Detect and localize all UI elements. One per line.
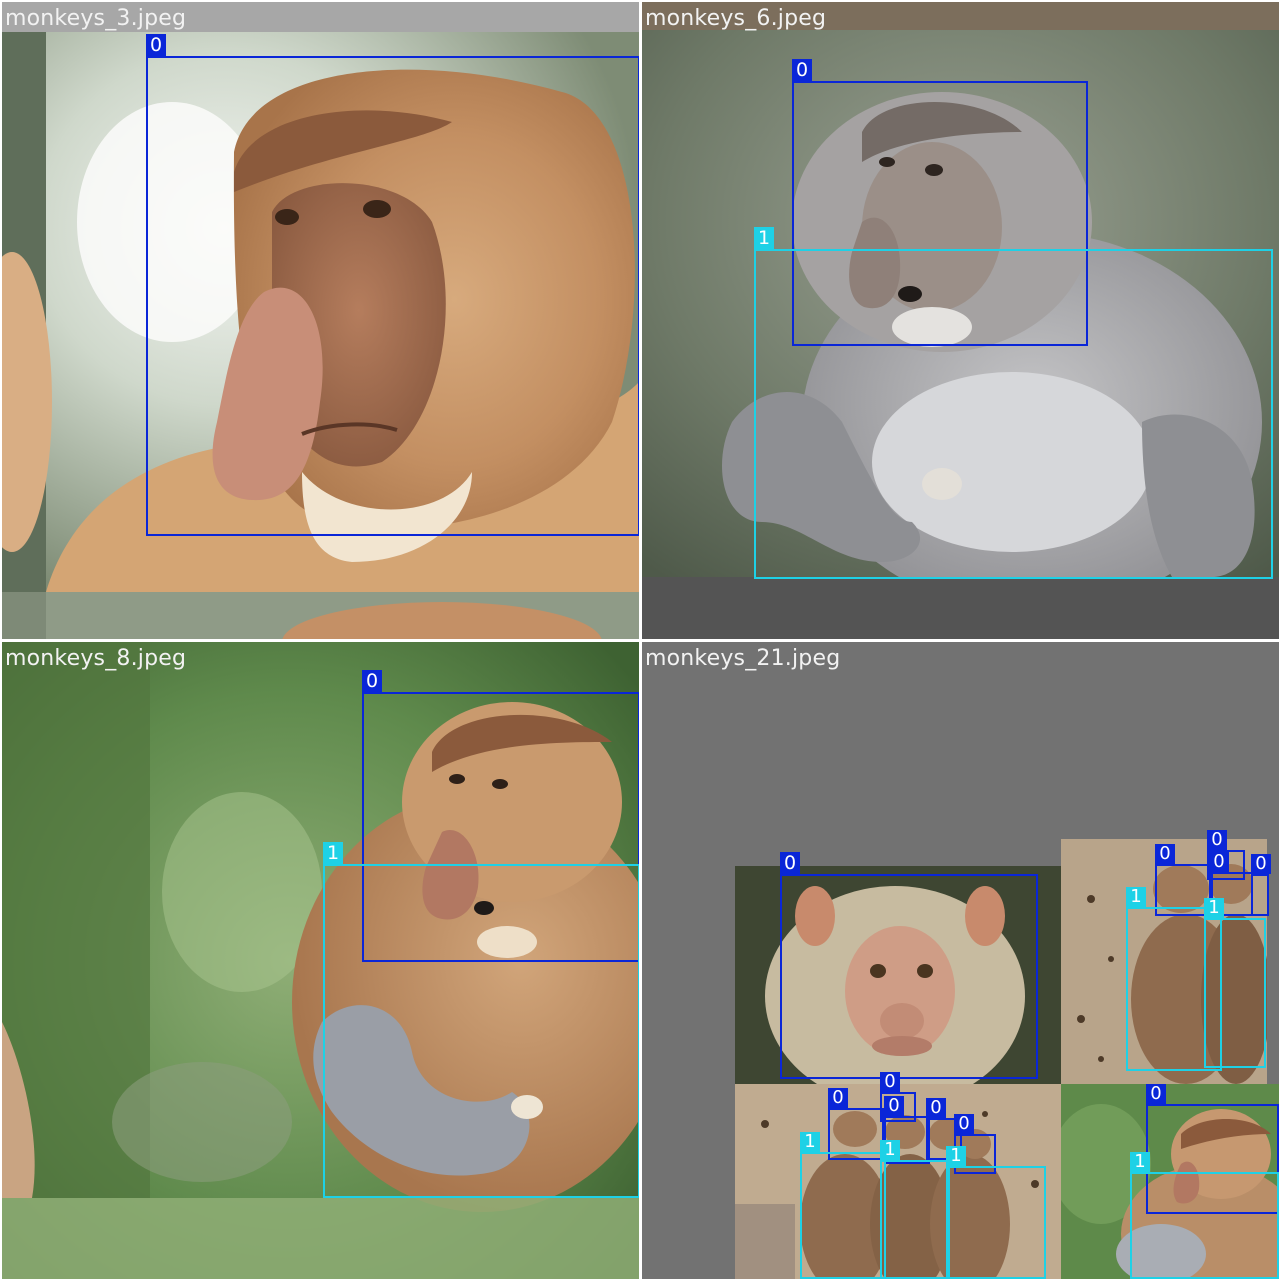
detection-box-class-0: 0 [1251, 854, 1271, 916]
mosaic-tile-4: monkeys_21.jpeg 0 0 0 0 0 1 1 0 0 0 0 0 … [642, 642, 1279, 1279]
class-label: 0 [1251, 854, 1271, 874]
mosaic-grid: monkeys_3.jpeg 0 monkeys_6.jpeg 0 1 monk… [0, 0, 1280, 1280]
class-label: 0 [362, 670, 382, 692]
class-label: 0 [828, 1088, 848, 1108]
class-label: 0 [780, 852, 800, 874]
class-label: 0 [884, 1096, 904, 1116]
class-label: 0 [880, 1072, 900, 1092]
class-label: 1 [880, 1140, 900, 1160]
class-label: 1 [1126, 887, 1146, 907]
class-label: 0 [146, 34, 166, 56]
tile-filename: monkeys_3.jpeg [5, 6, 187, 31]
tile-filename: monkeys_6.jpeg [645, 6, 827, 31]
class-label: 0 [926, 1098, 946, 1118]
class-label: 1 [754, 227, 774, 249]
class-label: 1 [323, 842, 343, 864]
class-label: 1 [1204, 898, 1224, 918]
detection-box-class-1: 1 [1130, 1152, 1279, 1279]
class-label: 0 [1209, 852, 1229, 872]
class-label: 1 [1130, 1152, 1150, 1172]
class-label: 0 [1207, 830, 1227, 850]
tile-filename: monkeys_21.jpeg [645, 646, 841, 671]
class-label: 1 [800, 1132, 820, 1152]
detection-box-class-1: 1 [754, 227, 1273, 579]
detection-box-class-0: 0 [780, 852, 1038, 1079]
tile-filename: monkeys_8.jpeg [5, 646, 187, 671]
detection-box-class-1: 1 [880, 1140, 950, 1279]
class-label: 0 [1155, 844, 1175, 864]
detection-box-class-1: 1 [323, 842, 639, 1198]
mosaic-tile-2: monkeys_6.jpeg 0 1 [642, 2, 1279, 639]
class-label: 1 [946, 1146, 966, 1166]
detection-box-class-1: 1 [946, 1146, 1046, 1279]
detection-box-class-1: 1 [800, 1132, 886, 1279]
detection-box-class-1: 1 [1204, 898, 1266, 1068]
class-label: 0 [792, 59, 812, 81]
mosaic-tile-3: monkeys_8.jpeg 0 1 [2, 642, 639, 1279]
detection-box-class-0: 0 [146, 34, 639, 536]
class-label: 0 [954, 1114, 974, 1134]
mosaic-tile-1: monkeys_3.jpeg 0 [2, 2, 639, 639]
class-label: 0 [1146, 1084, 1166, 1104]
